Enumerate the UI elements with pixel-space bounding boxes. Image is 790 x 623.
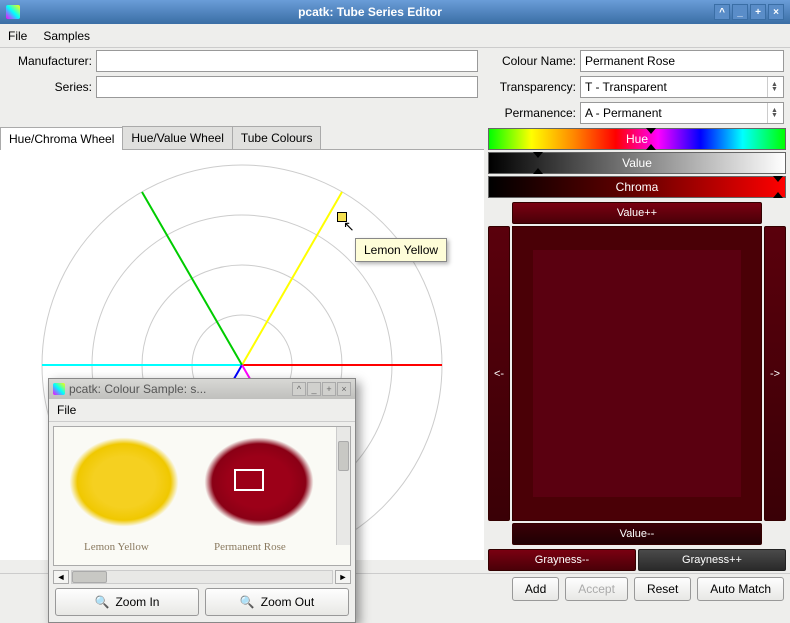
horizontal-scrollbar[interactable] xyxy=(71,570,333,584)
hue-right-button[interactable]: -> xyxy=(764,226,786,521)
hue-slider[interactable]: Hue xyxy=(488,128,786,150)
value-plus-button[interactable]: Value++ xyxy=(512,202,762,224)
swatch-label-yellow: Lemon Yellow xyxy=(84,541,149,553)
cursor-icon: ↖ xyxy=(343,218,355,235)
manufacturer-input[interactable] xyxy=(96,50,478,72)
sample-window-title: pcatk: Colour Sample: s... xyxy=(69,382,292,396)
swatch-label-red: Permanent Rose xyxy=(214,541,286,553)
dropdown-arrow-icon: ▲▼ xyxy=(767,103,781,123)
value-slider[interactable]: Value xyxy=(488,152,786,174)
window-minimize-button[interactable]: _ xyxy=(732,4,748,20)
hue-left-button[interactable]: <- xyxy=(488,226,510,521)
chroma-indicator-bottom xyxy=(773,192,783,198)
tab-hue-chroma[interactable]: Hue/Chroma Wheel xyxy=(0,127,123,150)
transparency-value: T - Transparent xyxy=(585,80,667,94)
zoom-out-button[interactable]: Zoom Out xyxy=(205,588,349,616)
add-button[interactable]: Add xyxy=(512,577,559,601)
sample-titlebar[interactable]: pcatk: Colour Sample: s... ^ _ + × xyxy=(49,379,355,399)
series-label: Series: xyxy=(6,80,92,94)
chroma-slider[interactable]: Chroma xyxy=(488,176,786,198)
value-indicator-top xyxy=(533,152,543,158)
chroma-indicator-top xyxy=(773,176,783,182)
sample-image-area[interactable]: Lemon Yellow Permanent Rose xyxy=(53,426,351,566)
permanence-value: A - Permanent xyxy=(585,106,662,120)
tabs: Hue/Chroma Wheel Hue/Value Wheel Tube Co… xyxy=(0,126,484,150)
sample-minimize-button[interactable]: _ xyxy=(307,382,321,396)
transparency-label: Transparency: xyxy=(490,80,576,94)
tab-tube-colours[interactable]: Tube Colours xyxy=(232,126,322,149)
menubar: File Samples xyxy=(0,24,790,48)
vertical-scrollbar[interactable] xyxy=(336,427,350,545)
transparency-select[interactable]: T - Transparent ▲▼ xyxy=(580,76,784,98)
hue-indicator-top xyxy=(646,128,656,134)
zoom-in-button[interactable]: Zoom In xyxy=(55,588,199,616)
menu-file[interactable]: File xyxy=(8,29,27,43)
window-close-button[interactable]: × xyxy=(768,4,784,20)
selection-rectangle[interactable] xyxy=(234,469,264,491)
value-minus-button[interactable]: Value-- xyxy=(512,523,762,545)
swatch-yellow xyxy=(69,437,179,527)
hue-indicator-bottom xyxy=(646,144,656,150)
app-icon xyxy=(53,383,65,395)
permanence-select[interactable]: A - Permanent ▲▼ xyxy=(580,102,784,124)
window-title: pcatk: Tube Series Editor xyxy=(26,5,714,19)
permanence-label: Permanence: xyxy=(490,106,576,120)
titlebar: pcatk: Tube Series Editor ^ _ + × xyxy=(0,0,790,24)
tab-hue-value[interactable]: Hue/Value Wheel xyxy=(122,126,233,149)
tooltip: Lemon Yellow xyxy=(355,238,447,262)
grayness-minus-button[interactable]: Grayness-- xyxy=(488,549,636,571)
scroll-left-button[interactable]: ◄ xyxy=(53,570,69,584)
sample-close-button[interactable]: × xyxy=(337,382,351,396)
sample-window: pcatk: Colour Sample: s... ^ _ + × File … xyxy=(48,378,356,623)
reset-button[interactable]: Reset xyxy=(634,577,691,601)
value-indicator-bottom xyxy=(533,168,543,174)
window-maximize-button[interactable]: + xyxy=(750,4,766,20)
colour-preview xyxy=(512,226,762,521)
scroll-right-button[interactable]: ► xyxy=(335,570,351,584)
app-icon xyxy=(6,5,20,19)
accept-button[interactable]: Accept xyxy=(565,577,628,601)
series-input[interactable] xyxy=(96,76,478,98)
colour-name-label: Colour Name: xyxy=(490,54,576,68)
auto-match-button[interactable]: Auto Match xyxy=(697,577,784,601)
sample-maximize-button[interactable]: + xyxy=(322,382,336,396)
sample-menu-file[interactable]: File xyxy=(49,399,355,422)
sample-shade-button[interactable]: ^ xyxy=(292,382,306,396)
grayness-plus-button[interactable]: Grayness++ xyxy=(638,549,786,571)
menu-samples[interactable]: Samples xyxy=(43,29,90,43)
manufacturer-label: Manufacturer: xyxy=(6,54,92,68)
colour-name-input[interactable] xyxy=(580,50,784,72)
window-shade-button[interactable]: ^ xyxy=(714,4,730,20)
dropdown-arrow-icon: ▲▼ xyxy=(767,77,781,97)
